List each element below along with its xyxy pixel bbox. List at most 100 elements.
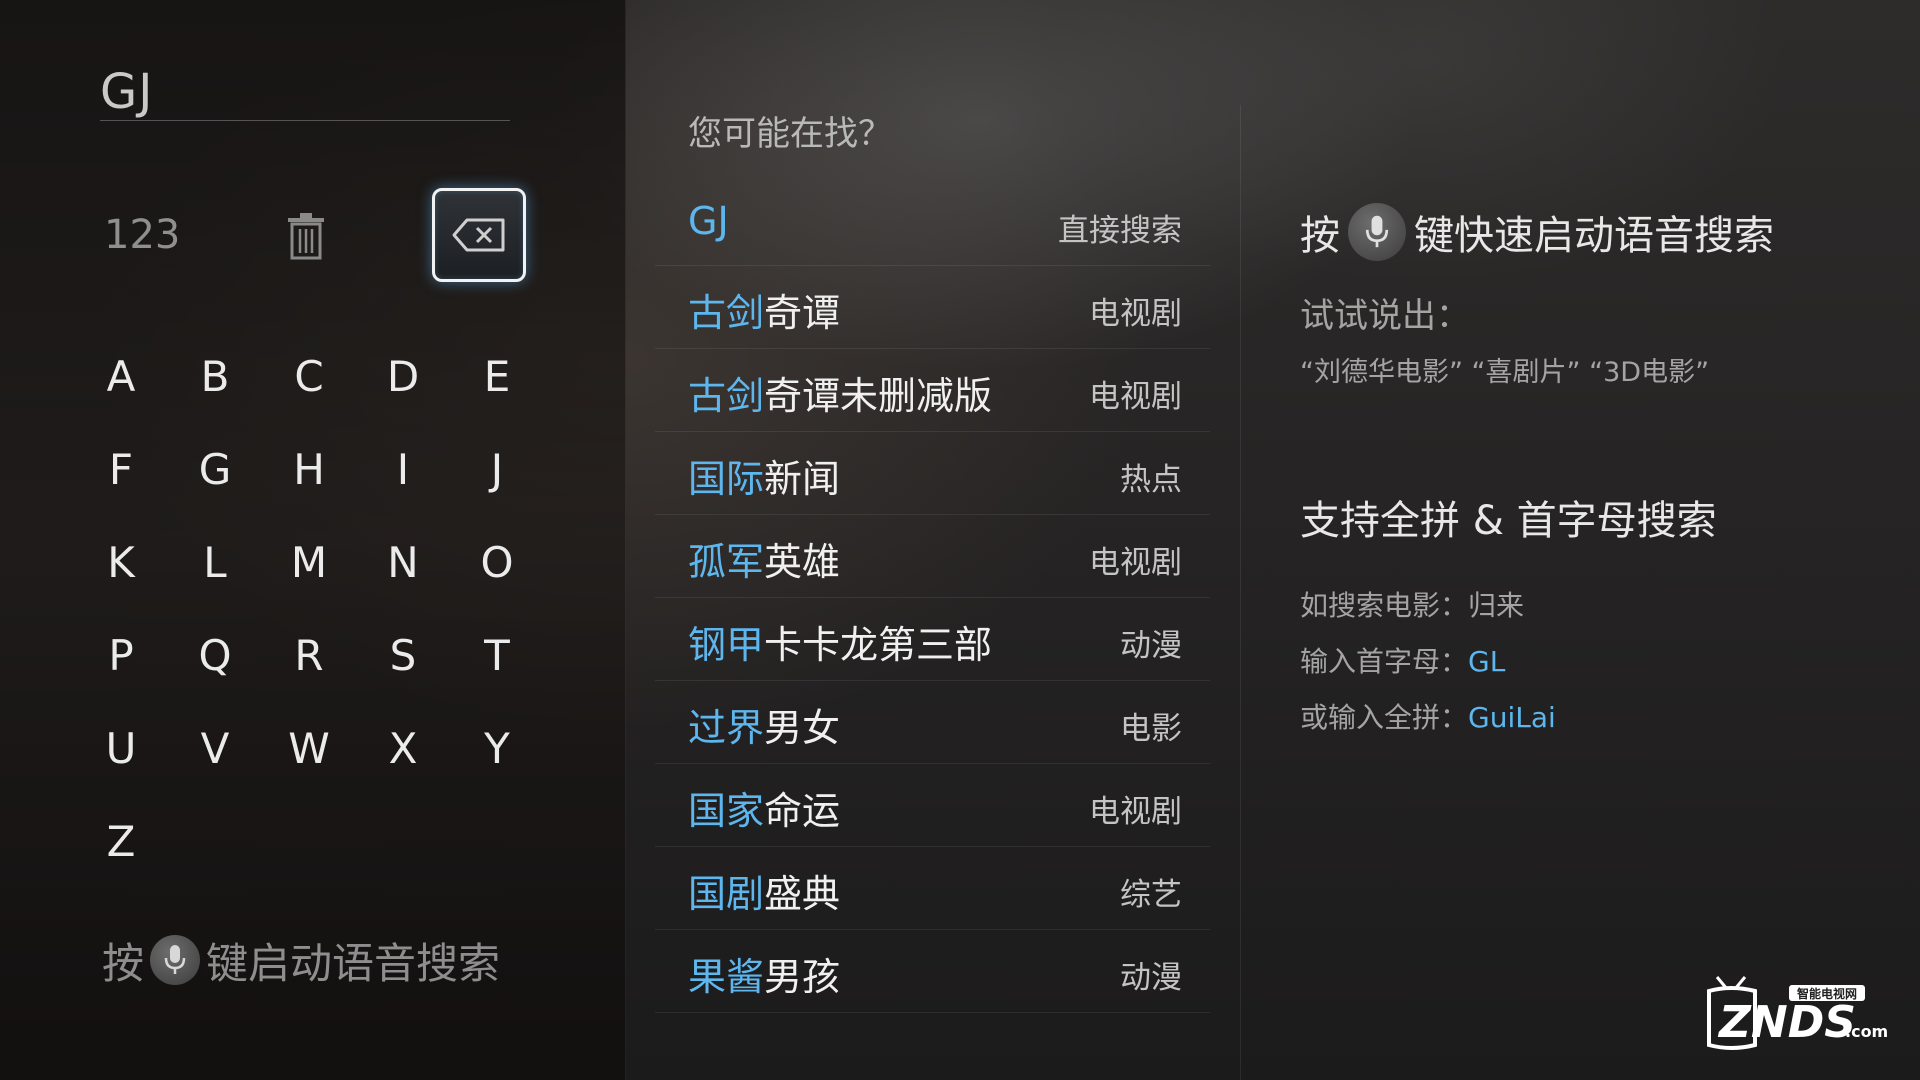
key-u[interactable]: U	[86, 713, 156, 783]
key-n[interactable]: N	[368, 527, 438, 597]
suggestion-title: GJ	[688, 199, 729, 243]
suggestion-rest: 命运	[764, 789, 841, 833]
suggestion-title: 国剧盛典	[688, 863, 840, 918]
suggestion-category: 动漫	[1120, 628, 1182, 664]
full-pinyin-label: 或输入全拼：	[1300, 701, 1469, 734]
suggestion-match: 国剧	[688, 872, 765, 916]
suggestion-rest: 英雄	[764, 540, 841, 584]
suggestion-category: 直接搜索	[1058, 213, 1182, 249]
suggestion-title: 国家命运	[688, 780, 840, 835]
key-l[interactable]: L	[180, 527, 250, 597]
suggestion-rest: 卡卡龙第三部	[764, 623, 993, 667]
full-pinyin-value: GuiLai	[1468, 701, 1556, 734]
suggestion-item[interactable]: GJ 直接搜索	[655, 183, 1210, 266]
voice-hint: 按 键启动语音搜索	[102, 930, 500, 990]
backspace-key[interactable]	[432, 188, 526, 282]
initials-value: GL	[1468, 645, 1506, 678]
svg-text:ZNDS: ZNDS	[1717, 997, 1856, 1048]
suggestion-rest: 奇谭	[764, 291, 841, 335]
key-g[interactable]: G	[180, 434, 250, 504]
key-t[interactable]: T	[462, 620, 532, 690]
key-r[interactable]: R	[274, 620, 344, 690]
svg-text:.com: .com	[1845, 1022, 1888, 1041]
initials-line: 输入首字母：GL	[1300, 640, 1505, 680]
suggestion-category: 热点	[1120, 462, 1182, 498]
voice-hint-prefix: 按	[102, 938, 145, 988]
query-underline	[100, 120, 510, 121]
suggestion-category: 电视剧	[1089, 545, 1182, 581]
suggestion-rest: 奇谭未删减版	[764, 374, 993, 418]
initials-label: 输入首字母：	[1300, 645, 1469, 678]
keyboard-panel: GJ 123 ABCDE FGHIJ KLMNO PQRST UVWXY Z 按 键启动语…	[0, 0, 626, 1080]
key-w[interactable]: W	[274, 713, 344, 783]
suggestion-category: 电视剧	[1089, 379, 1182, 415]
suggestion-match: 古剑	[688, 291, 765, 335]
voice-hint-suffix: 键启动语音搜索	[206, 938, 501, 988]
key-a[interactable]: A	[86, 341, 156, 411]
key-i[interactable]: I	[368, 434, 438, 504]
clear-all-key[interactable]	[284, 212, 328, 260]
key-z[interactable]: Z	[86, 806, 156, 876]
suggestion-category: 综艺	[1120, 877, 1182, 913]
voice-heading-prefix: 按	[1300, 213, 1340, 259]
suggestion-rest: 男孩	[764, 955, 841, 999]
suggestion-item[interactable]: 国家命运 电视剧	[655, 764, 1210, 847]
try-saying-examples: “刘德华电影” “喜剧片” “3D电影”	[1300, 357, 1710, 388]
suggestion-category: 电视剧	[1089, 296, 1182, 332]
microphone-icon	[1348, 203, 1406, 261]
key-e[interactable]: E	[462, 341, 532, 411]
key-y[interactable]: Y	[462, 713, 532, 783]
key-v[interactable]: V	[180, 713, 250, 783]
full-pinyin-line: 或输入全拼：GuiLai	[1300, 696, 1556, 736]
key-p[interactable]: P	[86, 620, 156, 690]
number-mode-key[interactable]: 123	[104, 212, 180, 258]
suggestion-match: 孤军	[688, 540, 765, 584]
try-saying-label: 试试说出：	[1300, 296, 1470, 336]
suggestion-category: 电影	[1120, 711, 1182, 747]
suggestion-item[interactable]: 国剧盛典 综艺	[655, 847, 1210, 930]
suggestions-title: 您可能在找？	[688, 114, 892, 154]
key-m[interactable]: M	[274, 527, 344, 597]
suggestion-title: 国际新闻	[688, 448, 840, 503]
suggestion-item[interactable]: 过界男女 电影	[655, 681, 1210, 764]
backspace-icon	[452, 218, 505, 252]
suggestion-match: GJ	[688, 199, 729, 243]
suggestion-item[interactable]: 古剑奇谭未删减版 电视剧	[655, 349, 1210, 432]
suggestion-item[interactable]: 果酱男孩 动漫	[655, 930, 1210, 1013]
key-c[interactable]: C	[274, 341, 344, 411]
suggestion-title: 果酱男孩	[688, 946, 840, 1001]
search-query-display: GJ	[100, 64, 154, 120]
key-s[interactable]: S	[368, 620, 438, 690]
key-j[interactable]: J	[462, 434, 532, 504]
key-x[interactable]: X	[368, 713, 438, 783]
suggestion-item[interactable]: 国际新闻 热点	[655, 432, 1210, 515]
key-f[interactable]: F	[86, 434, 156, 504]
suggestion-item[interactable]: 孤军英雄 电视剧	[655, 515, 1210, 598]
voice-search-heading: 按 键快速启动语音搜索	[1300, 200, 1774, 264]
key-o[interactable]: O	[462, 527, 532, 597]
suggestion-item[interactable]: 古剑奇谭 电视剧	[655, 266, 1210, 349]
suggestion-match: 钢甲	[688, 623, 765, 667]
suggestion-title: 过界男女	[688, 697, 840, 752]
suggestion-match: 古剑	[688, 374, 765, 418]
suggestion-rest: 新闻	[764, 457, 841, 501]
znds-logo: 智能电视网 ZNDS .com	[1705, 975, 1890, 1053]
suggestion-match: 国际	[688, 457, 765, 501]
key-q[interactable]: Q	[180, 620, 250, 690]
example-line: 如搜索电影：归来	[1300, 589, 1525, 622]
key-d[interactable]: D	[368, 341, 438, 411]
suggestion-match: 国家	[688, 789, 765, 833]
microphone-icon	[150, 935, 201, 985]
suggestion-title: 古剑奇谭未删减版	[688, 365, 992, 420]
suggestion-category: 电视剧	[1089, 794, 1182, 830]
voice-heading-suffix: 键快速启动语音搜索	[1414, 213, 1774, 259]
suggestion-title: 钢甲卡卡龙第三部	[688, 614, 992, 669]
suggestion-match: 果酱	[688, 955, 765, 999]
key-k[interactable]: K	[86, 527, 156, 597]
suggestion-rest: 盛典	[764, 872, 841, 916]
suggestion-item[interactable]: 钢甲卡卡龙第三部 动漫	[655, 598, 1210, 681]
suggestion-title: 孤军英雄	[688, 531, 840, 586]
key-b[interactable]: B	[180, 341, 250, 411]
panel-divider	[1240, 105, 1241, 1080]
key-h[interactable]: H	[274, 434, 344, 504]
